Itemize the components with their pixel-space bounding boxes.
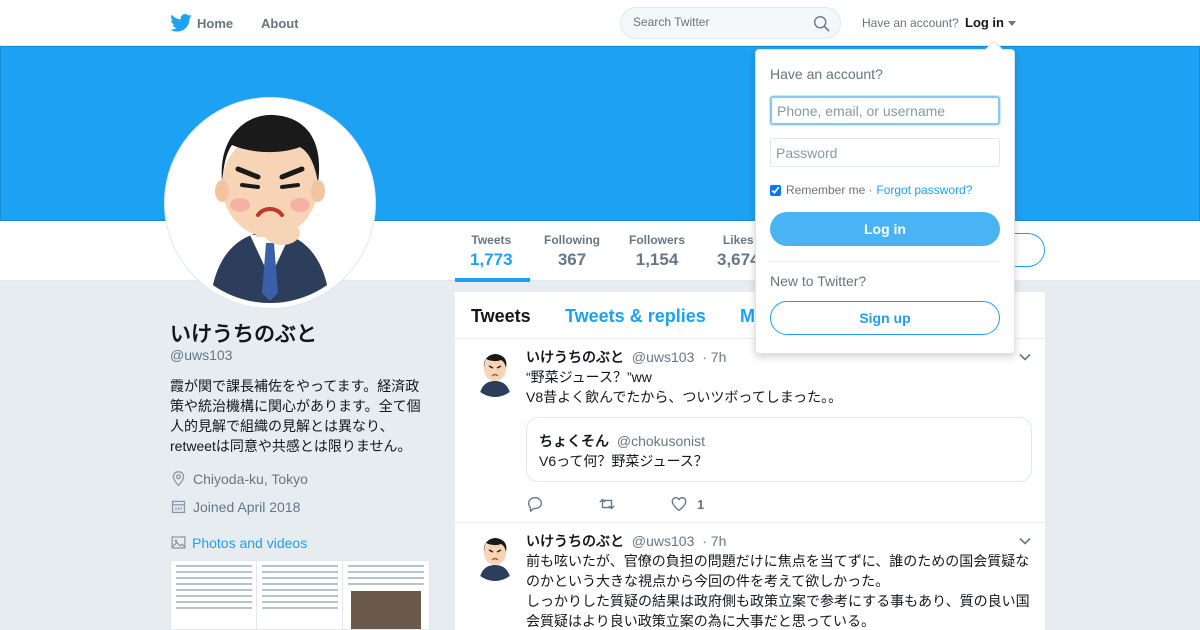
stat-value: 3,674 — [717, 250, 760, 269]
tweet[interactable]: いけうちのぶと @uws103 · 7h “野菜ジュース？”ww V8昔よく飲ん… — [455, 339, 1045, 523]
login-button[interactable]: Log in — [770, 212, 1000, 246]
profile-bio: 霞が関で課長補佐をやってます。経済政策や統治機構に関心があります。全て個人的見解… — [170, 378, 421, 454]
profile-location: Chiyoda-ku, Tokyo — [170, 470, 308, 487]
media-thumbnail[interactable] — [342, 560, 430, 630]
login-dropdown: Have an account? Remember me · Forgot pa… — [755, 40, 1015, 354]
quoted-author-handle: @chokusonist — [616, 433, 706, 449]
retweet-button[interactable] — [598, 495, 670, 513]
tweet-author-name[interactable]: いけうちのぶと — [526, 349, 624, 365]
tweet-author-handle[interactable]: @uws103 — [632, 349, 694, 365]
stat-value: 367 — [557, 250, 587, 269]
login-dropdown-toggle[interactable]: Log in — [965, 15, 1004, 30]
tab-media[interactable]: M — [740, 306, 755, 327]
nav-about-link[interactable]: About — [261, 0, 299, 46]
username-field[interactable] — [770, 96, 1000, 125]
tweet-timestamp[interactable]: · 7h — [702, 533, 726, 549]
stat-following[interactable]: Following 367 — [544, 233, 600, 270]
stat-followers[interactable]: Followers 1,154 — [629, 233, 685, 270]
remember-me-label[interactable]: Remember me — [786, 183, 865, 197]
thumbnail-photo — [351, 591, 421, 629]
tweet-author-name[interactable]: いけうちのぶと — [526, 533, 624, 549]
chevron-down-icon[interactable] — [1019, 535, 1031, 547]
search-box[interactable] — [620, 7, 841, 39]
tweet-text-line: V8昔よく飲んでたから、ついツボってしまった。。 — [526, 389, 843, 405]
search-input[interactable] — [633, 15, 803, 29]
photos-and-videos-link[interactable]: Photos and videos — [170, 534, 307, 551]
joined-text: Joined April 2018 — [193, 498, 301, 515]
chevron-down-icon[interactable] — [1019, 351, 1031, 363]
nav-home-label: Home — [197, 15, 234, 31]
tweet-text: “野菜ジュース？”ww V8昔よく飲んでたから、ついツボってしまった。。 — [526, 367, 1036, 407]
forgot-password-link[interactable]: Forgot password? — [876, 183, 972, 197]
tweet[interactable]: いけうちのぶと @uws103 · 7h 前も呟いたが、官僚の負担の問題だけに焦… — [455, 523, 1045, 630]
active-tab-indicator — [455, 278, 530, 282]
profile-name[interactable]: いけうちのぶと — [170, 318, 317, 348]
retweet-icon — [599, 498, 615, 510]
tweet-avatar[interactable] — [471, 349, 519, 397]
dropdown-title: Have an account? — [770, 66, 883, 82]
stat-label: Likes — [722, 233, 754, 247]
dropdown-divider — [770, 261, 1000, 262]
tab-tweets[interactable]: Tweets — [471, 306, 531, 327]
new-to-twitter-text: New to Twitter? — [770, 273, 867, 289]
have-account-text: Have an account? — [862, 16, 959, 30]
tweet-header: いけうちのぶと @uws103 · 7h — [526, 531, 726, 551]
tab-tweets-and-replies[interactable]: Tweets & replies — [565, 306, 706, 327]
location-text: Chiyoda-ku, Tokyo — [193, 470, 308, 487]
avatar-illustration — [471, 533, 519, 581]
top-navigation-bar: Home About Have an account? Log in — [0, 0, 1200, 46]
stat-label: Followers — [629, 233, 686, 247]
media-thumbnail[interactable] — [170, 560, 258, 630]
profile-joined: Joined April 2018 — [170, 498, 300, 515]
stat-likes[interactable]: Likes 3,674 — [717, 233, 760, 270]
password-field[interactable] — [770, 138, 1000, 167]
quoted-tweet-header: ちょくそん @chokusonist — [539, 431, 705, 451]
stat-label: Tweets — [471, 233, 512, 247]
profile-handle[interactable]: @uws103 — [170, 347, 232, 363]
tweet-text-line: “野菜ジュース？”ww — [526, 369, 652, 385]
signup-button[interactable]: Sign up — [770, 301, 1000, 335]
stat-value: 1,773 — [470, 250, 513, 269]
quoted-author-name: ちょくそん — [539, 433, 609, 449]
remember-me-checkbox[interactable] — [770, 184, 781, 196]
stat-tweets[interactable]: Tweets 1,773 — [470, 233, 513, 270]
remember-me-row: Remember me · Forgot password? — [770, 183, 972, 197]
nav-home-link[interactable]: Home — [170, 0, 233, 46]
avatar-illustration — [471, 349, 519, 397]
separator-dot: · — [868, 183, 873, 197]
tweet-author-handle[interactable]: @uws103 — [632, 533, 694, 549]
calendar-icon — [171, 500, 186, 514]
tweet-timestamp[interactable]: · 7h — [702, 349, 726, 365]
tweet-header: いけうちのぶと @uws103 · 7h — [526, 347, 726, 367]
tweet-text: 前も呟いたが、官僚の負担の問題だけに焦点を当てずに、誰のための国会質疑なのかとい… — [526, 553, 1030, 629]
search-icon[interactable] — [813, 15, 830, 32]
twitter-bird-icon — [170, 14, 192, 32]
chevron-down-icon[interactable] — [1008, 21, 1016, 26]
avatar-illustration — [170, 103, 370, 303]
profile-avatar[interactable] — [165, 98, 375, 308]
tweet-actions: 1 — [526, 494, 704, 514]
stat-value: 1,154 — [635, 250, 679, 269]
like-count: 1 — [697, 496, 705, 512]
image-icon — [171, 536, 186, 549]
location-pin-icon — [172, 471, 185, 487]
tweet-avatar[interactable] — [471, 533, 519, 581]
reply-icon — [528, 497, 542, 512]
stat-label: Following — [544, 233, 600, 247]
quoted-tweet[interactable]: ちょくそん @chokusonist V6って何？野菜ジュース？ — [526, 417, 1032, 482]
like-button[interactable]: 1 — [670, 495, 704, 513]
reply-button[interactable] — [526, 495, 598, 513]
quoted-tweet-text: V6って何？野菜ジュース？ — [539, 453, 708, 469]
media-thumbnail[interactable] — [256, 560, 344, 630]
photos-label: Photos and videos — [192, 534, 308, 551]
heart-icon — [671, 497, 687, 511]
